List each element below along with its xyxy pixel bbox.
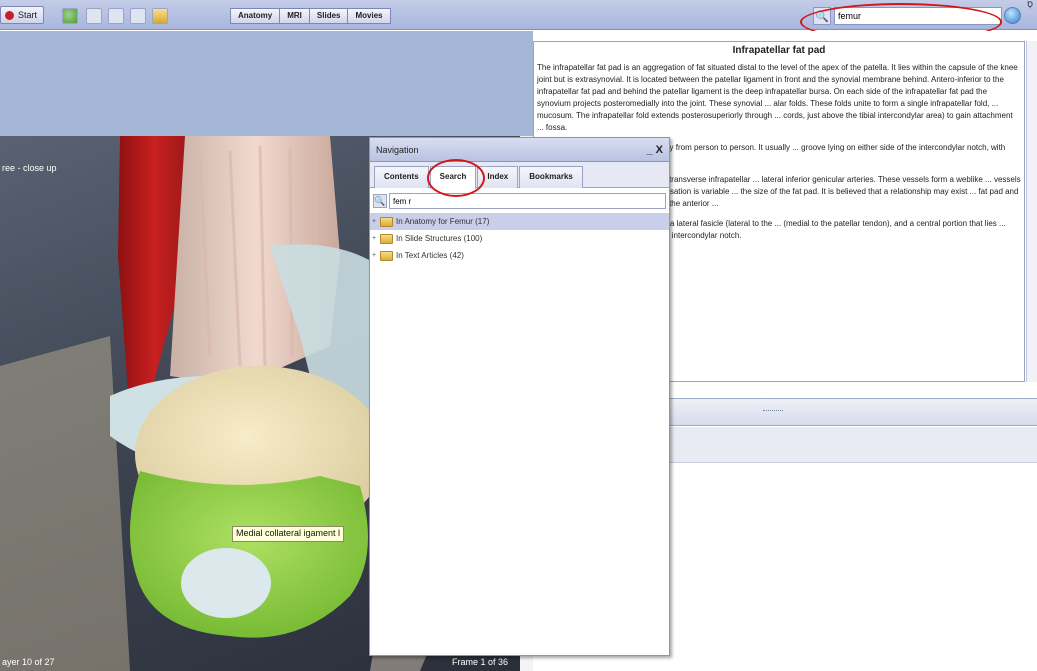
folder-icon <box>380 216 393 227</box>
navigation-panel: Navigation _ X Contents Search Index Boo… <box>369 137 670 656</box>
start-label: Start <box>18 10 38 20</box>
search-icon[interactable]: 🔍 <box>373 194 387 208</box>
globe-icon[interactable] <box>1004 7 1021 24</box>
tab-contents[interactable]: Contents <box>374 166 429 188</box>
divider-grip-icon[interactable] <box>763 410 783 412</box>
viewer-caption: ree - close up <box>2 163 57 173</box>
left-top-panel <box>0 31 533 136</box>
search-result-label: In Anatomy for Femur (17) <box>396 217 490 226</box>
search-result-label: In Text Articles (42) <box>396 251 464 260</box>
article-title: Infrapatellar fat pad <box>732 45 826 56</box>
copy-icon[interactable] <box>108 8 124 24</box>
navigation-tabs: Contents Search Index Bookmarks <box>370 162 669 189</box>
tab-anatomy[interactable]: Anatomy <box>230 8 281 24</box>
article-scrollbar[interactable] <box>1026 41 1037 382</box>
back-arrow-icon[interactable] <box>62 8 78 24</box>
folder-icon[interactable] <box>152 8 168 24</box>
navigation-search-input[interactable] <box>389 193 666 209</box>
layer-counter: ayer 10 of 27 <box>2 657 55 667</box>
tab-slides[interactable]: Slides <box>308 8 349 24</box>
close-icon[interactable]: X <box>656 144 663 156</box>
tab-mri[interactable]: MRI <box>279 8 310 24</box>
article-paragraph: The infrapatellar fat pad is an aggregat… <box>537 63 1018 132</box>
toolbar-search: 🔍 <box>813 6 1002 26</box>
navigation-title: Navigation <box>376 144 419 155</box>
main-toolbar: Start Anatomy MRI Slides Movies 🔍 סָ <box>0 0 1037 30</box>
search-icon[interactable]: 🔍 <box>813 7 831 25</box>
search-result-row[interactable]: + In Text Articles (42) <box>370 247 669 264</box>
tab-movies[interactable]: Movies <box>347 8 391 24</box>
tab-search[interactable]: Search <box>429 166 477 189</box>
minimize-icon[interactable]: _ <box>647 144 653 156</box>
navigation-titlebar[interactable]: Navigation _ X <box>370 138 669 162</box>
tab-bookmarks[interactable]: Bookmarks <box>519 166 583 188</box>
expand-icon[interactable]: + <box>372 252 379 259</box>
expand-icon[interactable]: + <box>372 218 379 225</box>
corner-label: סָ <box>1027 0 1033 9</box>
page-icon[interactable] <box>130 8 146 24</box>
structure-tooltip: Medial collateral igament l <box>232 526 345 542</box>
tab-index[interactable]: Index <box>477 166 519 188</box>
folder-icon <box>380 233 393 244</box>
search-result-row[interactable]: + In Anatomy for Femur (17) <box>370 213 669 230</box>
module-tabs: Anatomy MRI Slides Movies <box>230 8 391 24</box>
start-button[interactable]: Start <box>0 6 45 24</box>
start-icon <box>5 10 14 20</box>
window-controls: _ X <box>647 144 663 156</box>
expand-icon[interactable]: + <box>372 235 379 242</box>
search-result-row[interactable]: + In Slide Structures (100) <box>370 230 669 247</box>
home-icon[interactable] <box>86 8 102 24</box>
folder-icon <box>380 250 393 261</box>
search-result-label: In Slide Structures (100) <box>396 234 483 243</box>
frame-counter: Frame 1 of 36 <box>451 657 508 667</box>
navigation-search: 🔍 <box>373 193 666 209</box>
article-header-band <box>533 31 1037 41</box>
search-input[interactable] <box>834 7 1002 25</box>
